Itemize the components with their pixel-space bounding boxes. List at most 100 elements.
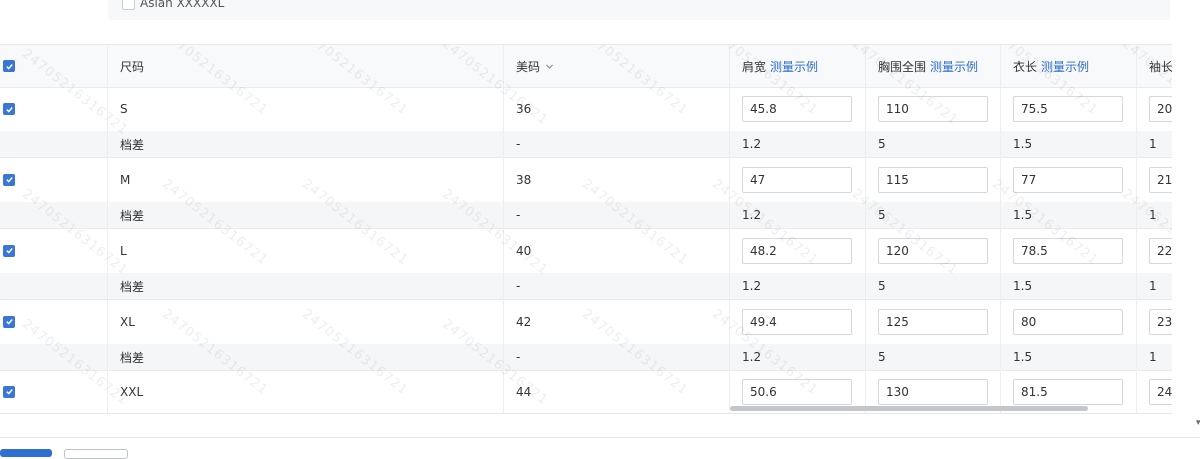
row-select-cell bbox=[0, 273, 108, 299]
length-input[interactable]: 81.5 bbox=[1013, 378, 1123, 405]
length-input[interactable]: 78.5 bbox=[1013, 237, 1123, 264]
header-chest-label: 胸围全围 bbox=[878, 59, 927, 74]
length-cell: 77 bbox=[1001, 157, 1137, 202]
chest-grade-cell: 5 bbox=[866, 202, 1001, 228]
header-length: 衣长 测量示例 bbox=[1001, 45, 1137, 87]
select-all-cell bbox=[0, 45, 108, 87]
header-size: 尺码 bbox=[108, 45, 504, 87]
sleeve-input[interactable]: 22 bbox=[1149, 237, 1172, 264]
length-grade-cell: 1.5 bbox=[1001, 202, 1137, 228]
size-cell: 档差 bbox=[108, 273, 504, 299]
length-cell: 75.5 bbox=[1001, 87, 1137, 131]
chest-cell: 115 bbox=[866, 157, 1001, 202]
footer-divider bbox=[0, 437, 1200, 438]
measure-example-link[interactable]: 测量示例 bbox=[930, 58, 978, 75]
shoulder-input[interactable]: 50.6 bbox=[742, 378, 852, 405]
size-cell: M bbox=[108, 157, 504, 202]
chest-input[interactable]: 130 bbox=[878, 378, 988, 405]
sleeve-input[interactable]: 23 bbox=[1149, 308, 1172, 335]
horizontal-scrollbar[interactable] bbox=[730, 406, 1088, 411]
header-size-label: 尺码 bbox=[120, 59, 145, 74]
shoulder-cell: 49.4 bbox=[730, 299, 866, 344]
table-row-grade: 档差 - 1.2 5 1.5 1 bbox=[0, 202, 1172, 229]
row-checkbox[interactable] bbox=[3, 173, 15, 186]
us-size-cell: - bbox=[504, 344, 730, 370]
length-grade-cell: 1.5 bbox=[1001, 344, 1137, 370]
length-cell: 80 bbox=[1001, 299, 1137, 344]
us-size-cell: 36 bbox=[504, 87, 730, 131]
length-input[interactable]: 77 bbox=[1013, 166, 1123, 193]
shoulder-grade-cell: 1.2 bbox=[730, 344, 866, 370]
sleeve-input[interactable]: 20 bbox=[1149, 96, 1172, 122]
measure-example-link[interactable]: 测量示例 bbox=[770, 58, 818, 75]
chest-grade-cell: 5 bbox=[866, 131, 1001, 157]
row-select-cell bbox=[0, 344, 108, 370]
chest-input[interactable]: 120 bbox=[878, 237, 988, 264]
chest-input[interactable]: 110 bbox=[878, 96, 988, 122]
header-us-size[interactable]: 美码 bbox=[504, 45, 730, 87]
sleeve-cell: 24 bbox=[1137, 370, 1172, 413]
length-input[interactable]: 80 bbox=[1013, 308, 1123, 335]
us-size-cell: - bbox=[504, 202, 730, 228]
size-cell: 档差 bbox=[108, 131, 504, 157]
size-option-asian-xxxxxl[interactable]: Asian XXXXXL bbox=[122, 0, 224, 10]
sleeve-grade-cell: 1 bbox=[1149, 350, 1157, 364]
size-cell: XL bbox=[108, 299, 504, 344]
sleeve-cell: 21 bbox=[1137, 157, 1172, 202]
row-checkbox[interactable] bbox=[3, 244, 15, 257]
size-option-checkbox[interactable] bbox=[122, 0, 135, 10]
size-cell: 档差 bbox=[108, 344, 504, 370]
size-cell: 档差 bbox=[108, 202, 504, 228]
chest-cell: 120 bbox=[866, 228, 1001, 273]
table-row-grade: 档差 - 1.2 5 1.5 1 bbox=[0, 273, 1172, 300]
sleeve-input[interactable]: 21 bbox=[1149, 166, 1172, 193]
shoulder-cell: 48.2 bbox=[730, 228, 866, 273]
shoulder-input[interactable]: 49.4 bbox=[742, 308, 852, 335]
length-input[interactable]: 75.5 bbox=[1013, 96, 1123, 122]
shoulder-input[interactable]: 48.2 bbox=[742, 237, 852, 264]
shoulder-grade-cell: 1.2 bbox=[730, 273, 866, 299]
size-options-panel: Asian XXXXXL bbox=[108, 0, 1170, 20]
us-size-cell: 44 bbox=[504, 370, 730, 413]
row-checkbox[interactable] bbox=[3, 103, 15, 115]
sleeve-cell: 20 bbox=[1137, 87, 1172, 131]
row-select-cell bbox=[0, 202, 108, 228]
us-size-cell: 40 bbox=[504, 228, 730, 273]
row-select-cell bbox=[0, 87, 108, 131]
select-all-checkbox[interactable] bbox=[3, 60, 15, 72]
primary-button[interactable] bbox=[0, 449, 52, 457]
sleeve-input[interactable]: 24 bbox=[1149, 378, 1172, 405]
length-cell: 78.5 bbox=[1001, 228, 1137, 273]
header-sleeve-label: 袖长 bbox=[1149, 59, 1172, 74]
shoulder-input[interactable]: 47 bbox=[742, 166, 852, 193]
measure-example-link[interactable]: 测量示例 bbox=[1041, 58, 1089, 75]
table-row-s: S 36 45.8 110 75.5 20 bbox=[0, 87, 1172, 132]
secondary-button[interactable] bbox=[64, 449, 128, 459]
header-us-label: 美码 bbox=[516, 59, 541, 74]
sleeve-cell: 23 bbox=[1137, 299, 1172, 344]
row-checkbox[interactable] bbox=[3, 385, 15, 398]
sleeve-grade-cell: 1 bbox=[1149, 279, 1157, 293]
header-shoulder-label: 肩宽 bbox=[742, 59, 767, 74]
size-cell: L bbox=[108, 228, 504, 273]
table-row-grade: 档差 - 1.2 5 1.5 1 bbox=[0, 131, 1172, 158]
shoulder-cell: 47 bbox=[730, 157, 866, 202]
header-length-label: 衣长 bbox=[1013, 59, 1038, 74]
header-chest: 胸围全围 测量示例 bbox=[866, 45, 1001, 87]
size-option-label: Asian XXXXXL bbox=[140, 0, 225, 10]
row-checkbox[interactable] bbox=[3, 315, 15, 328]
chevron-down-icon[interactable] bbox=[545, 62, 554, 71]
header-sleeve: 袖长 bbox=[1137, 45, 1172, 87]
us-size-cell: 42 bbox=[504, 299, 730, 344]
row-select-cell bbox=[0, 157, 108, 202]
chest-input[interactable]: 115 bbox=[878, 166, 988, 193]
shoulder-input[interactable]: 45.8 bbox=[742, 96, 852, 122]
length-grade-cell: 1.5 bbox=[1001, 273, 1137, 299]
table-row-m: M 38 47 115 77 21 bbox=[0, 157, 1172, 203]
chest-input[interactable]: 125 bbox=[878, 308, 988, 335]
us-size-cell: - bbox=[504, 131, 730, 157]
row-select-cell bbox=[0, 299, 108, 344]
row-select-cell bbox=[0, 370, 108, 413]
scroll-arrow-icon[interactable]: ▾ bbox=[1196, 418, 1200, 430]
header-shoulder: 肩宽 测量示例 bbox=[730, 45, 866, 87]
